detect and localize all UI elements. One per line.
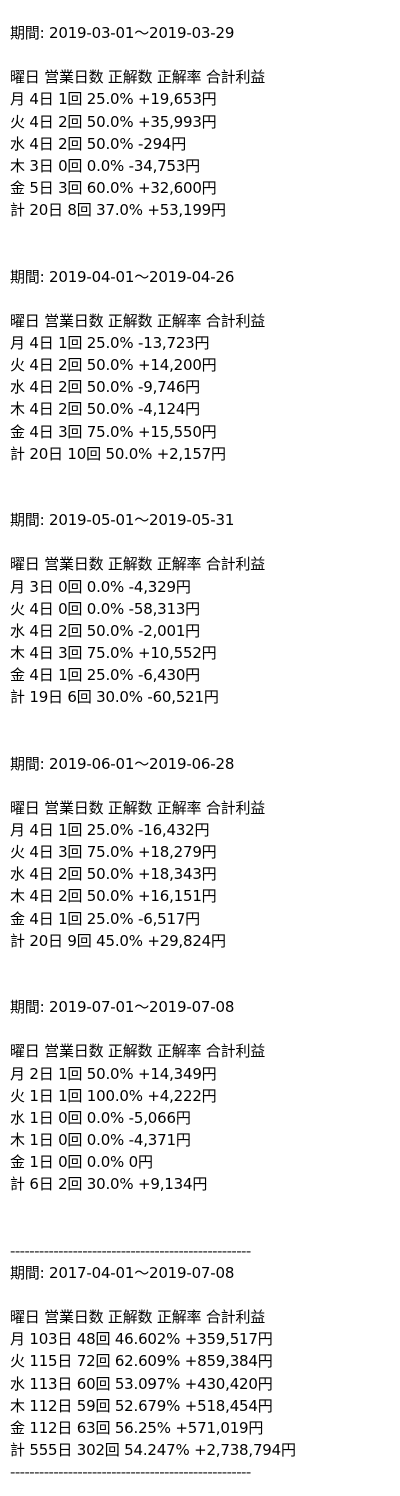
table-row: 木 3日 0回 0.0% -34,753円 <box>10 156 200 175</box>
table-row: 水 4日 2回 50.0% -2,001円 <box>10 621 200 640</box>
table-row: 木 4日 3回 75.0% +10,552円 <box>10 643 217 662</box>
table-row: 月 4日 1回 25.0% +19,653円 <box>10 90 217 109</box>
table-row: 火 4日 3回 75.0% +18,279円 <box>10 843 217 862</box>
table-row: 火 4日 2回 50.0% +35,993円 <box>10 112 217 131</box>
table-header: 曜日 営業日数 正解数 正解率 合計利益 <box>10 798 266 817</box>
table-row: 月 4日 1回 25.0% -16,432円 <box>10 821 210 840</box>
table-row: 月 2日 1回 50.0% +14,349円 <box>10 1064 217 1083</box>
table-row: 金 4日 3回 75.0% +15,550円 <box>10 422 217 441</box>
table-row: 木 4日 2回 50.0% -4,124円 <box>10 400 200 419</box>
table-row: 木 1日 0回 0.0% -4,371円 <box>10 1131 191 1150</box>
divider-bottom: ----------------------------------------… <box>10 1463 251 1482</box>
table-header: 曜日 営業日数 正解数 正解率 合計利益 <box>10 311 266 330</box>
table-row: 金 4日 1回 25.0% -6,430円 <box>10 666 200 685</box>
total-row: 計 6日 2回 30.0% +9,134円 <box>10 1175 208 1194</box>
report-document: 期間: 2019-03-01〜2019-03-29 曜日 営業日数 正解数 正解… <box>0 0 400 1483</box>
table-row: 木 4日 2回 50.0% +16,151円 <box>10 887 217 906</box>
summary-table-header: 曜日 営業日数 正解数 正解率 合計利益 <box>10 1308 266 1327</box>
table-row: 水 4日 2回 50.0% -294円 <box>10 134 187 153</box>
table-header: 曜日 営業日数 正解数 正解率 合計利益 <box>10 555 266 574</box>
table-row: 火 4日 0回 0.0% -58,313円 <box>10 599 200 618</box>
table-row: 火 4日 2回 50.0% +14,200円 <box>10 356 217 375</box>
total-row: 計 20日 8回 37.0% +53,199円 <box>10 201 226 220</box>
table-row: 水 4日 2回 50.0% -9,746円 <box>10 378 200 397</box>
table-header: 曜日 営業日数 正解数 正解率 合計利益 <box>10 1042 266 1061</box>
summary-row: 木 112日 59回 52.679% +518,454円 <box>10 1396 273 1415</box>
period-line: 期間: 2019-04-01〜2019-04-26 <box>10 267 235 286</box>
table-header: 曜日 営業日数 正解数 正解率 合計利益 <box>10 68 266 87</box>
table-row: 月 3日 0回 0.0% -4,329円 <box>10 577 191 596</box>
table-row: 金 5日 3回 60.0% +32,600円 <box>10 178 217 197</box>
table-row: 金 1日 0回 0.0% 0円 <box>10 1153 153 1172</box>
period-line: 期間: 2019-06-01〜2019-06-28 <box>10 754 235 773</box>
total-row: 計 20日 10回 50.0% +2,157円 <box>10 444 226 463</box>
summary-row: 金 112日 63回 56.25% +571,019円 <box>10 1418 264 1437</box>
summary-total-row: 計 555日 302回 54.247% +2,738,794円 <box>10 1441 296 1459</box>
period-line: 期間: 2019-07-01〜2019-07-08 <box>10 998 235 1017</box>
summary-period-line: 期間: 2017-04-01〜2019-07-08 <box>10 1263 235 1282</box>
table-row: 水 4日 2回 50.0% +18,343円 <box>10 865 217 884</box>
summary-row: 火 115日 72回 62.609% +859,384円 <box>10 1352 273 1371</box>
table-row: 金 4日 1回 25.0% -6,517円 <box>10 909 200 928</box>
summary-row: 月 103日 48回 46.602% +359,517円 <box>10 1330 273 1349</box>
divider-top: ----------------------------------------… <box>10 1241 251 1260</box>
table-row: 水 1日 0回 0.0% -5,066円 <box>10 1108 191 1127</box>
total-row: 計 20日 9回 45.0% +29,824円 <box>10 931 226 950</box>
table-row: 月 4日 1回 25.0% -13,723円 <box>10 333 210 352</box>
period-line: 期間: 2019-05-01〜2019-05-31 <box>10 511 235 530</box>
summary-row: 水 113日 60回 53.097% +430,420円 <box>10 1374 273 1393</box>
table-row: 火 1日 1回 100.0% +4,222円 <box>10 1086 217 1105</box>
total-row: 計 19日 6回 30.0% -60,521円 <box>10 688 219 707</box>
period-line: 期間: 2019-03-01〜2019-03-29 <box>10 24 235 42</box>
